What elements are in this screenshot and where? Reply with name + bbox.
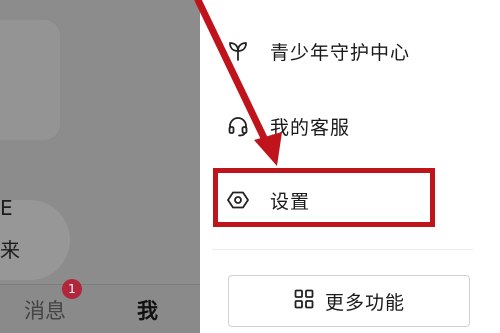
menu-item-label: 青少年守护中心 [270, 41, 411, 64]
background-card [0, 20, 60, 140]
messages-badge: 1 [62, 279, 82, 299]
background-partial-text: E [0, 196, 13, 220]
bottom-tabbar: 消息 1 我 [0, 279, 200, 333]
background-partial-text: 来 [0, 238, 20, 262]
sprout-icon [226, 39, 250, 63]
menu-item-label: 我的客服 [270, 116, 351, 139]
tab-messages[interactable]: 消息 [24, 295, 66, 325]
side-drawer: 青少年守护中心 我的客服 设置 更多功能 [200, 0, 500, 333]
background-app: E 来 消息 1 我 [0, 0, 200, 333]
menu-item-youth-protection[interactable]: 青少年守护中心 [200, 26, 480, 76]
headset-icon [226, 114, 250, 138]
tab-me[interactable]: 我 [137, 295, 158, 325]
menu-item-customer-service[interactable]: 我的客服 [200, 101, 480, 151]
divider [212, 249, 474, 250]
grid-icon [293, 288, 315, 314]
highlight-box [213, 168, 435, 227]
more-functions-label: 更多功能 [324, 291, 405, 314]
more-functions-button[interactable]: 更多功能 [228, 275, 470, 327]
